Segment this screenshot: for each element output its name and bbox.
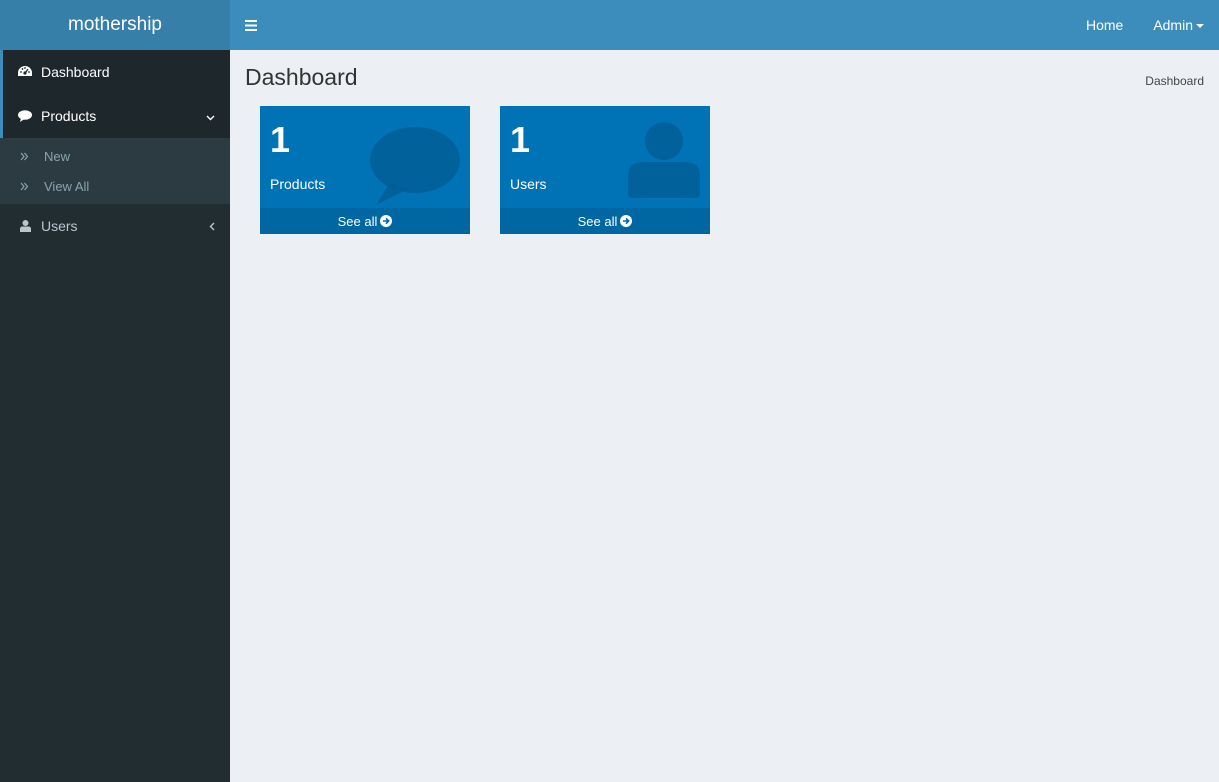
sidebar-item-label: Users <box>41 218 78 234</box>
sidebar-item-products[interactable]: Products <box>0 94 230 138</box>
admin-dropdown-label: Admin <box>1153 17 1193 33</box>
sidebar-subitem-view-all[interactable]: View All <box>0 171 230 201</box>
products-stat-box: 1 Products See all <box>260 106 470 234</box>
breadcrumb: Dashboard <box>1145 74 1204 88</box>
brand-name: mothership <box>68 14 162 35</box>
chevron-down-icon <box>206 108 215 124</box>
angle-double-right-icon <box>20 182 30 191</box>
chevron-left-icon <box>209 218 215 234</box>
sidebar-subitem-label: View All <box>44 178 90 194</box>
hamburger-icon <box>245 19 257 31</box>
sidebar-item-label: Products <box>41 108 97 124</box>
dashboard-icon <box>18 65 32 79</box>
page-title: Dashboard <box>245 64 358 90</box>
sidebar-subitem-new[interactable]: New <box>0 141 230 171</box>
stat-label: Users <box>510 176 547 192</box>
see-all-label: See all <box>577 213 618 229</box>
products-see-all-link[interactable]: See all <box>260 208 470 234</box>
sidebar: Dashboard Products New View All Users <box>0 50 230 782</box>
sidebar-item-users[interactable]: Users <box>0 204 230 248</box>
sidebar-item-dashboard[interactable]: Dashboard <box>0 50 230 94</box>
stat-count: 1 <box>270 119 291 160</box>
users-see-all-link[interactable]: See all <box>500 208 710 234</box>
brand-logo[interactable]: mothership <box>0 0 230 50</box>
home-link-label: Home <box>1085 17 1124 33</box>
sidebar-subitem-label: New <box>44 148 71 164</box>
angle-double-right-icon <box>20 152 30 161</box>
comment-icon <box>370 127 460 205</box>
sidebar-toggle-button[interactable] <box>230 0 272 50</box>
comment-icon <box>18 109 32 123</box>
products-submenu: New View All <box>0 138 230 204</box>
caret-down-icon <box>1196 24 1204 28</box>
home-link[interactable]: Home <box>1071 0 1138 50</box>
users-stat-box: 1 Users See all <box>500 106 710 234</box>
stat-label: Products <box>270 176 326 192</box>
see-all-label: See all <box>337 213 378 229</box>
top-navbar: Home Admin <box>230 0 1219 50</box>
admin-dropdown[interactable]: Admin <box>1138 0 1204 50</box>
user-icon <box>628 122 700 198</box>
arrow-circle-right-icon <box>620 215 633 227</box>
sidebar-item-label: Dashboard <box>41 64 110 80</box>
stat-count: 1 <box>510 119 531 160</box>
user-icon <box>18 219 32 233</box>
arrow-circle-right-icon <box>380 215 393 227</box>
